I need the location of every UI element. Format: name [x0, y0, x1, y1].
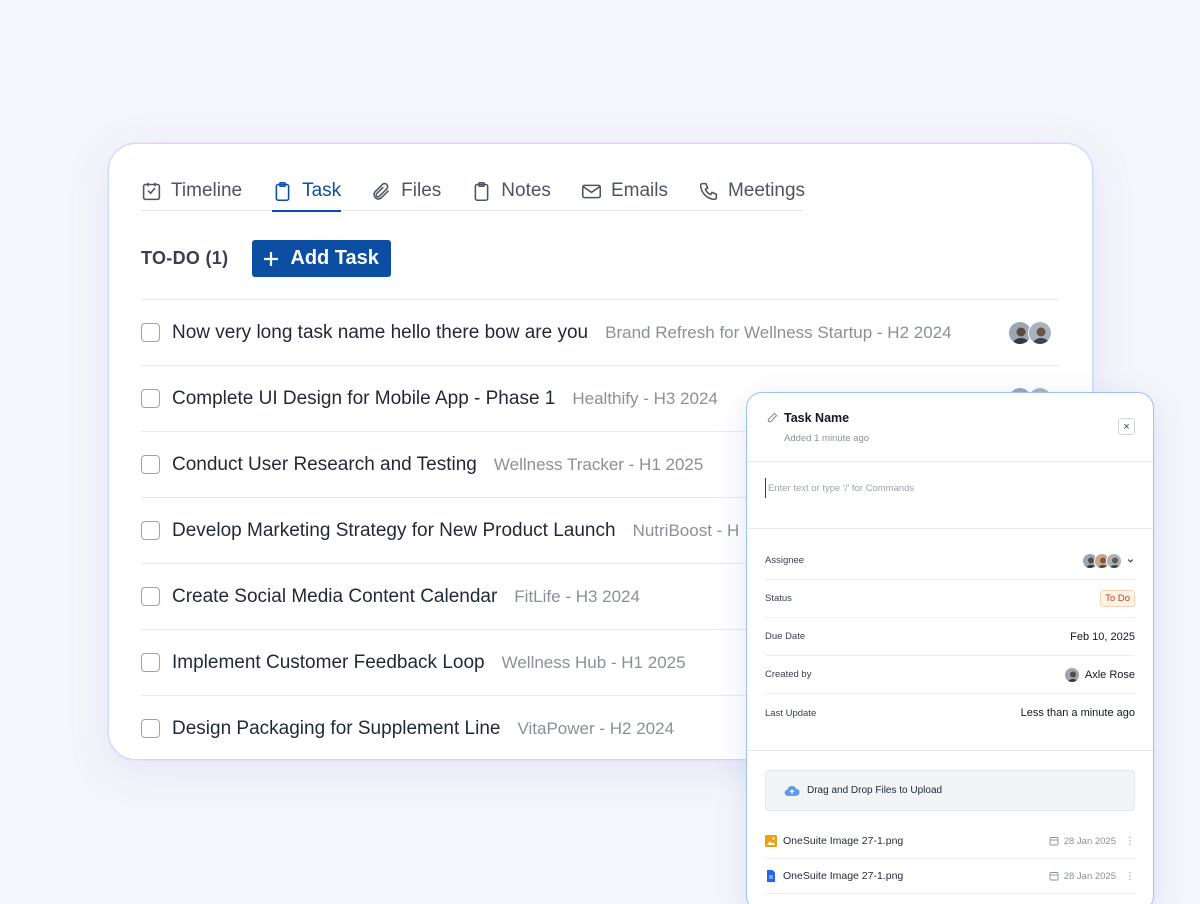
file-date: 28 Jan 2025 [1049, 871, 1116, 882]
assignee-selector[interactable] [1082, 552, 1135, 569]
status-row: Status To Do [765, 580, 1135, 618]
task-title[interactable]: Task Name [784, 411, 849, 425]
file-date: 28 Jan 2025 [1049, 836, 1116, 847]
description-input[interactable] [765, 478, 1135, 498]
task-name[interactable]: Complete UI Design for Mobile App - Phas… [172, 388, 555, 410]
assignee-label: Assignee [765, 555, 805, 566]
tab-label: Files [401, 180, 442, 201]
avatar [1063, 666, 1080, 683]
due-date-row: Due Date Feb 10, 2025 [765, 618, 1135, 656]
created-by-row: Created by Axle Rose [765, 656, 1135, 694]
due-date-label: Due Date [765, 631, 806, 642]
tab-timeline[interactable]: Timeline [141, 172, 242, 210]
file-name[interactable]: OneSuite Image 27-1.png [783, 835, 903, 847]
tab-label: Task [302, 180, 342, 201]
assignee-avatars[interactable] [1008, 320, 1052, 345]
doc-file-icon [767, 870, 775, 882]
task-properties: Assignee Status To Do Due Date Feb 10, 2… [747, 529, 1153, 751]
image-file-icon [765, 835, 777, 847]
more-options-icon[interactable]: ⋮ [1125, 836, 1135, 847]
panel-header: Task Name Added 1 minute ago × [747, 393, 1153, 462]
plus-icon [264, 251, 279, 266]
task-checkbox[interactable] [141, 389, 160, 408]
todo-header: TO-DO (1) Add Task [141, 240, 391, 277]
task-checkbox[interactable] [141, 455, 160, 474]
todo-count-label: TO-DO (1) [141, 248, 229, 268]
tab-meetings[interactable]: Meetings [698, 172, 805, 210]
avatar [1106, 552, 1122, 569]
paperclip-icon [373, 182, 390, 200]
mail-icon [581, 184, 601, 198]
task-project: FitLife - H3 2024 [514, 586, 640, 606]
task-project: Healthify - H3 2024 [572, 388, 718, 408]
tab-notes[interactable]: Notes [471, 172, 551, 210]
calendar-icon [1049, 837, 1059, 846]
last-update-row: Last Update Less than a minute ago [765, 694, 1135, 732]
cloud-upload-icon [784, 786, 800, 796]
task-name[interactable]: Conduct User Research and Testing [172, 454, 477, 476]
status-badge[interactable]: To Do [1100, 590, 1135, 607]
more-options-icon[interactable]: ⋮ [1125, 871, 1135, 882]
task-checkbox[interactable] [141, 323, 160, 342]
tab-task[interactable]: Task [272, 172, 342, 212]
task-detail-panel: Task Name Added 1 minute ago × Assignee … [746, 392, 1154, 904]
task-row[interactable]: Now very long task name hello there bow … [141, 299, 1059, 365]
task-project: Wellness Tracker - H1 2025 [493, 454, 704, 474]
notes-icon [474, 181, 489, 201]
task-name[interactable]: Develop Marketing Strategy for New Produ… [172, 520, 616, 542]
task-checkbox[interactable] [141, 587, 160, 606]
chevron-down-icon [1127, 559, 1134, 563]
tab-files[interactable]: Files [371, 172, 441, 210]
tab-emails[interactable]: Emails [581, 172, 668, 210]
avatar [1028, 320, 1052, 345]
close-icon: × [1123, 420, 1130, 433]
task-project: VitaPower - H2 2024 [517, 718, 675, 738]
tab-bar: Timeline Task Files Notes Emails Meeting… [141, 172, 805, 212]
task-project: Brand Refresh for Wellness Startup - H2 … [605, 322, 952, 342]
tab-label: Timeline [171, 180, 243, 201]
tab-label: Emails [610, 180, 668, 201]
close-button[interactable]: × [1118, 418, 1135, 435]
task-checkbox[interactable] [141, 653, 160, 672]
upload-label: Drag and Drop Files to Upload [807, 785, 943, 796]
last-update-value: Less than a minute ago [1020, 707, 1135, 719]
tab-label: Notes [501, 180, 551, 201]
phone-icon [699, 182, 718, 200]
timeline-icon [142, 182, 161, 200]
task-name[interactable]: Create Social Media Content Calendar [172, 586, 497, 608]
creator-name: Axle Rose [1084, 668, 1135, 681]
task-added-time: Added 1 minute ago [784, 433, 870, 444]
task-checkbox[interactable] [141, 719, 160, 738]
status-label: Status [765, 593, 792, 604]
created-by-value: Axle Rose [1063, 666, 1135, 683]
task-name[interactable]: Design Packaging for Supplement Line [172, 718, 500, 740]
created-by-label: Created by [765, 669, 812, 680]
add-task-label: Add Task [290, 247, 379, 269]
due-date-value[interactable]: Feb 10, 2025 [1070, 631, 1135, 643]
file-item[interactable]: OneSuite Image 27-1.png 28 Jan 2025 ⋮ [765, 859, 1135, 894]
task-project: NutriBoost - H [632, 520, 740, 540]
file-date-text: 28 Jan 2025 [1063, 835, 1116, 847]
last-update-label: Last Update [765, 707, 817, 719]
file-item[interactable]: OneSuite Image 27-1.png 28 Jan 2025 ⋮ [765, 824, 1135, 859]
file-upload-dropzone[interactable]: Drag and Drop Files to Upload [765, 770, 1135, 811]
pencil-icon[interactable] [767, 412, 778, 423]
assignee-row: Assignee [765, 542, 1135, 580]
task-checkbox[interactable] [141, 521, 160, 540]
add-task-button[interactable]: Add Task [252, 240, 391, 277]
task-name[interactable]: Implement Customer Feedback Loop [172, 652, 485, 674]
task-name[interactable]: Now very long task name hello there bow … [172, 322, 588, 344]
clipboard-icon [275, 181, 290, 201]
tab-label: Meetings [727, 180, 806, 201]
file-name[interactable]: OneSuite Image 27-1.png [783, 870, 903, 882]
calendar-icon [1049, 872, 1059, 881]
description-editor [747, 462, 1153, 529]
file-date-text: 28 Jan 2025 [1063, 870, 1116, 882]
task-project: Wellness Hub - H1 2025 [501, 652, 686, 672]
